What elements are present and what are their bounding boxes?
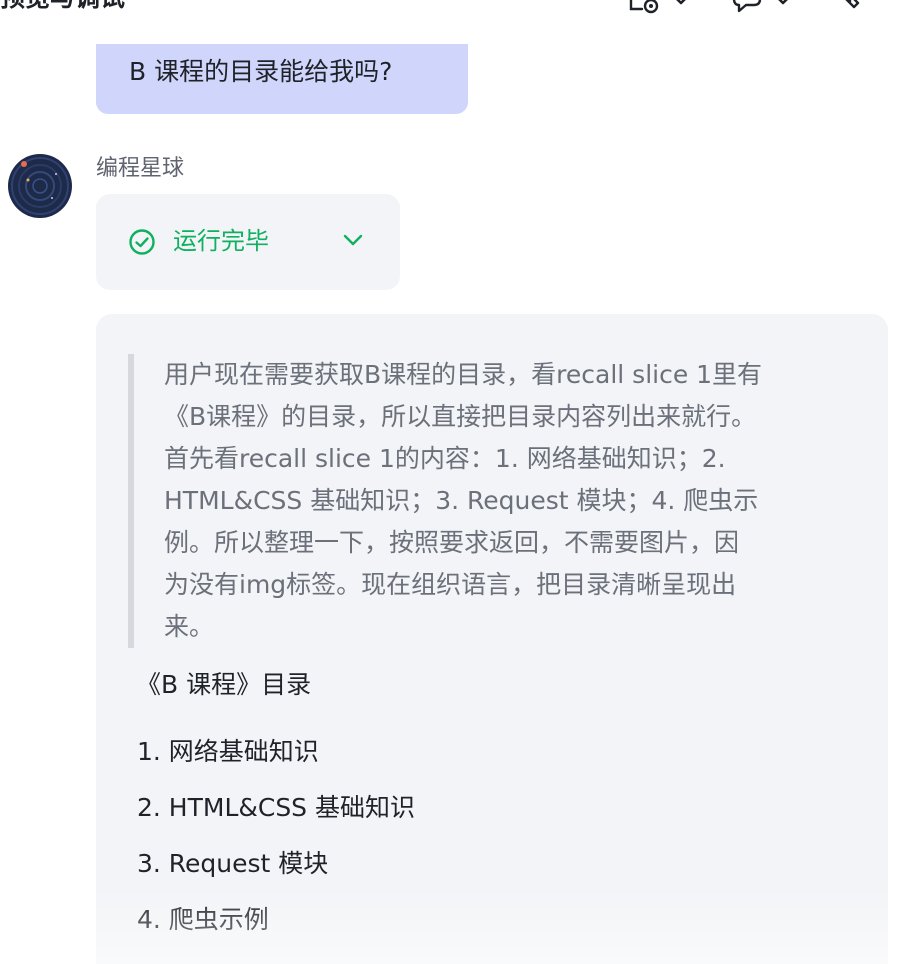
user-message-text: B 课程的目录能给我吗? xyxy=(129,57,393,86)
list-item: 4. 爬虫示例 xyxy=(137,905,269,934)
chevron-down-icon xyxy=(672,0,690,6)
answer-title: 《B 课程》目录 xyxy=(136,670,312,699)
reasoning-line: 《B课程》的目录，所以直接把目录内容列出来就行。 xyxy=(164,402,757,431)
list-item: 1. 网络基础知识 xyxy=(137,737,319,766)
user-message-bubble: B 课程的目录能给我吗? xyxy=(96,44,468,114)
clear-icon xyxy=(832,0,864,15)
bot-answer-card: 用户现在需要获取B课程的目录，看recall slice 1里有 《B课程》的目… xyxy=(96,314,888,964)
reasoning-line: 来。 xyxy=(164,612,215,641)
run-status-label: 运行完毕 xyxy=(173,227,269,255)
bot-switch-icon xyxy=(730,0,764,15)
debug-settings-icon xyxy=(628,0,662,15)
reasoning-quote: 用户现在需要获取B课程的目录，看recall slice 1里有 《B课程》的目… xyxy=(128,354,848,648)
preview-debug-panel: 预览与调试 xyxy=(0,0,906,964)
check-circle-icon xyxy=(128,228,156,260)
reasoning-line: 为没有img标签。现在组织语言，把目录清晰呈现出 xyxy=(164,570,737,599)
debug-settings-dropdown[interactable] xyxy=(628,0,690,14)
list-item: 2. HTML&CSS 基础知识 xyxy=(137,793,416,822)
list-item: 3. Request 模块 xyxy=(137,849,329,878)
reasoning-line: HTML&CSS 基础知识；3. Request 模块；4. 爬虫示 xyxy=(164,486,759,515)
chevron-down-icon xyxy=(342,232,364,251)
reasoning-line: 用户现在需要获取B课程的目录，看recall slice 1里有 xyxy=(164,360,763,389)
bot-switch-dropdown[interactable] xyxy=(730,0,792,14)
reasoning-line: 例。所以整理一下，按照要求返回，不需要图片，因 xyxy=(164,528,740,557)
reasoning-line: 首先看recall slice 1的内容：1. 网络基础知识；2. xyxy=(164,444,726,473)
bot-avatar xyxy=(8,154,72,218)
run-status-toggle[interactable]: 运行完毕 xyxy=(96,194,400,290)
chevron-down-icon xyxy=(774,0,792,6)
clear-button[interactable] xyxy=(832,0,864,14)
catalog-list: 1. 网络基础知识 2. HTML&CSS 基础知识 3. Request 模块… xyxy=(137,732,415,956)
page-title: 预览与调试 xyxy=(0,0,125,18)
panel-header: 预览与调试 xyxy=(0,0,906,18)
bot-name: 编程星球 xyxy=(96,156,185,181)
